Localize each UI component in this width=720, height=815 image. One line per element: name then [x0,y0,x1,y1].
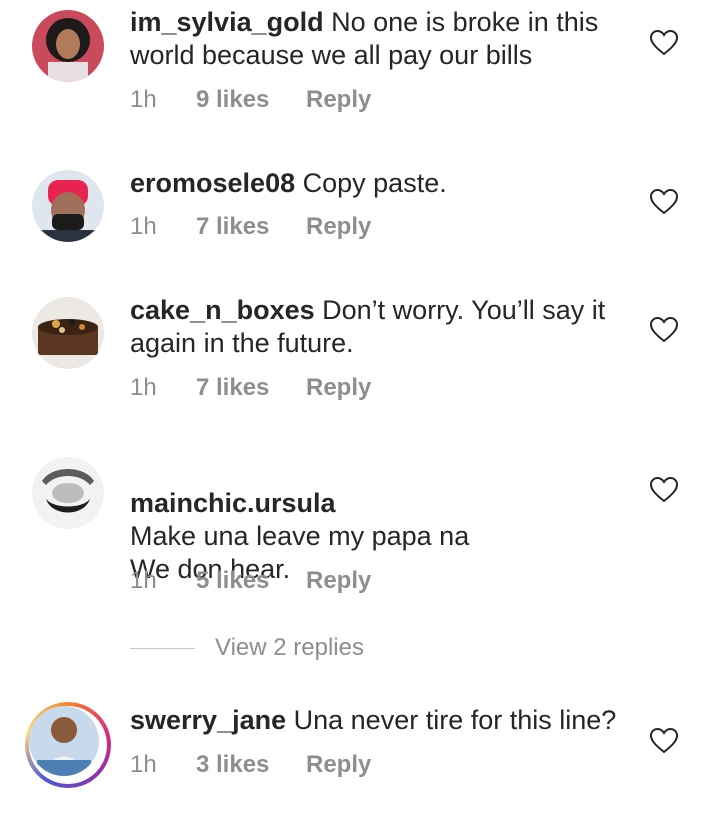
comment-likes[interactable]: 7 likes [196,213,306,241]
view-replies-label[interactable]: View 2 replies [215,634,364,662]
avatar[interactable] [32,10,104,82]
heart-outline-icon[interactable] [650,728,678,754]
comment-time: 1h [130,567,157,594]
comment-username[interactable]: eromosele08 [130,168,295,198]
divider [130,647,195,649]
comment-body: Una never tire for this line? [293,705,617,735]
comment-time: 1h [130,86,157,113]
comment-meta: 1h 5 likes Reply [130,567,371,595]
comment-likes[interactable]: 9 likes [196,86,306,114]
comment-username[interactable]: swerry_jane [130,705,286,735]
comment-text: swerry_jane Una never tire for this line… [130,704,630,737]
comment-text: eromosele08 Copy paste. [130,167,630,200]
reply-button[interactable]: Reply [306,567,371,595]
heart-outline-icon[interactable] [650,477,678,503]
comment-time: 1h [130,751,157,778]
reply-button[interactable]: Reply [306,86,371,114]
avatar[interactable] [32,457,104,529]
comment-meta: 1h 9 likes Reply [130,86,371,114]
comment-likes[interactable]: 3 likes [196,751,306,779]
heart-outline-icon[interactable] [650,317,678,343]
comment-username[interactable]: im_sylvia_gold [130,7,324,37]
heart-outline-icon[interactable] [650,30,678,56]
reply-button[interactable]: Reply [306,751,371,779]
comment-text: cake_n_boxes Don’t worry. You’ll say it … [130,294,630,360]
comment-meta: 1h 7 likes Reply [130,213,371,241]
comment-meta: 1h 3 likes Reply [130,751,371,779]
avatar[interactable] [32,170,104,242]
avatar [29,706,99,776]
comment-username[interactable]: mainchic.ursula [130,488,336,518]
avatar[interactable] [32,297,104,369]
comment-body: Copy paste. [302,168,447,198]
comment-likes[interactable]: 5 likes [196,567,306,595]
reply-button[interactable]: Reply [306,374,371,402]
comment-username[interactable]: cake_n_boxes [130,295,315,325]
comment-text: im_sylvia_gold No one is broke in this w… [130,6,630,72]
reply-button[interactable]: Reply [306,213,371,241]
avatar-story-ring[interactable] [25,702,111,788]
comment-meta: 1h 7 likes Reply [130,374,371,402]
comment-time: 1h [130,213,157,240]
view-replies-button[interactable]: View 2 replies [130,634,364,662]
heart-outline-icon[interactable] [650,189,678,215]
comment-time: 1h [130,374,157,401]
comment-likes[interactable]: 7 likes [196,374,306,402]
